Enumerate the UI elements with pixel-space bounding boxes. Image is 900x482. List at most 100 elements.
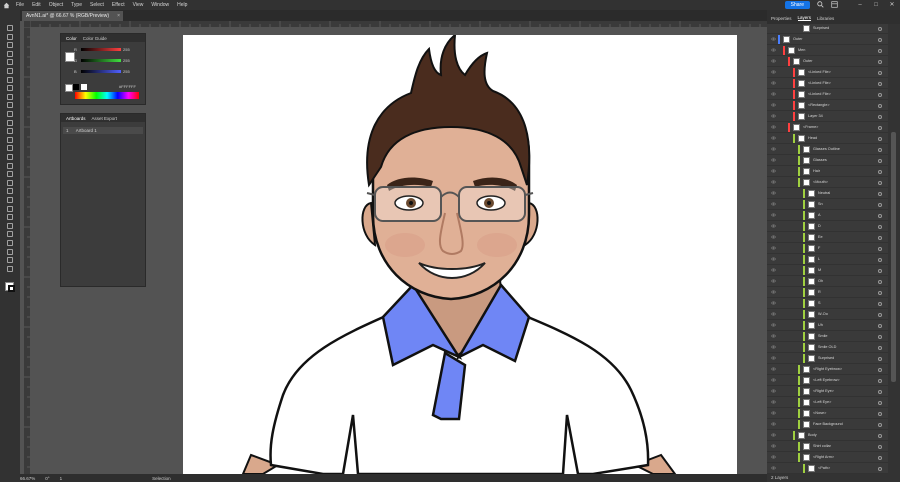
search-icon[interactable] [817, 1, 824, 10]
visibility-eye-icon[interactable] [771, 180, 776, 184]
layer-row[interactable]: Smile OLD [767, 343, 888, 353]
visibility-eye-icon[interactable] [771, 378, 776, 382]
target-circle-icon[interactable] [878, 158, 882, 163]
visibility-eye-icon[interactable] [771, 103, 776, 107]
target-circle-icon[interactable] [878, 147, 882, 152]
target-circle-icon[interactable] [878, 81, 882, 86]
eyedropper-icon[interactable] [6, 205, 14, 213]
target-circle-icon[interactable] [878, 70, 882, 75]
visibility-eye-icon[interactable] [771, 345, 776, 349]
tab-color[interactable]: Color [66, 36, 77, 41]
layer-row[interactable]: <Path> [767, 464, 888, 474]
layer-row[interactable]: <Mouth> [767, 178, 888, 188]
layers-list[interactable]: Surprised Outer Men Outer <Linked File> <Link… [767, 24, 888, 474]
tab-layers[interactable]: Layers [797, 15, 812, 21]
visibility-eye-icon[interactable] [771, 400, 776, 404]
visibility-eye-icon[interactable] [771, 224, 776, 228]
visibility-eye-icon[interactable] [771, 257, 776, 261]
target-circle-icon[interactable] [878, 444, 882, 449]
selection-tool-icon[interactable] [6, 24, 14, 32]
visibility-eye-icon[interactable] [771, 334, 776, 338]
minimize-icon[interactable]: – [856, 1, 864, 9]
layer-row[interactable]: <Rectangle> [767, 101, 888, 111]
target-circle-icon[interactable] [878, 246, 882, 251]
visibility-eye-icon[interactable] [771, 202, 776, 206]
magic-wand-icon[interactable] [6, 41, 14, 49]
white-swatch[interactable] [81, 84, 87, 90]
visibility-eye-icon[interactable] [771, 356, 776, 360]
tab-asset-export[interactable]: Asset Export [92, 116, 118, 121]
target-circle-icon[interactable] [878, 378, 882, 383]
visibility-eye-icon[interactable] [771, 466, 776, 470]
layer-row[interactable]: A [767, 211, 888, 221]
eraser-icon[interactable] [6, 127, 14, 135]
target-circle-icon[interactable] [878, 312, 882, 317]
artboard-list-item[interactable]: 1 Artboard 1 [63, 127, 143, 134]
layer-row[interactable]: Hair [767, 167, 888, 177]
layers-scrollbar[interactable] [888, 24, 900, 474]
direct-selection-icon[interactable] [6, 33, 14, 41]
layer-row[interactable]: Glasses [767, 156, 888, 166]
hand-icon[interactable] [6, 256, 14, 264]
visibility-eye-icon[interactable] [771, 444, 776, 448]
perspective-icon[interactable] [6, 179, 14, 187]
target-circle-icon[interactable] [878, 213, 882, 218]
layer-row[interactable]: <Right Eye> [767, 387, 888, 397]
visibility-eye-icon[interactable] [771, 169, 776, 173]
target-circle-icon[interactable] [878, 400, 882, 405]
target-circle-icon[interactable] [878, 92, 882, 97]
workspace-icon[interactable] [831, 1, 838, 10]
target-circle-icon[interactable] [878, 422, 882, 427]
layer-row[interactable]: D [767, 222, 888, 232]
layer-row[interactable]: Uh [767, 321, 888, 331]
target-circle-icon[interactable] [878, 235, 882, 240]
color-slider-r[interactable] [81, 48, 121, 51]
layer-row[interactable]: Oh [767, 277, 888, 287]
visibility-eye-icon[interactable] [771, 92, 776, 96]
visibility-eye-icon[interactable] [771, 279, 776, 283]
layer-row[interactable]: L [767, 255, 888, 265]
visibility-eye-icon[interactable] [771, 422, 776, 426]
target-circle-icon[interactable] [878, 136, 882, 141]
visibility-eye-icon[interactable] [771, 455, 776, 459]
menu-item-type[interactable]: Type [67, 2, 86, 8]
layer-row[interactable]: Outer [767, 57, 888, 67]
layer-row[interactable]: <Linked File> [767, 68, 888, 78]
layer-row[interactable]: W-Oo [767, 310, 888, 320]
layer-row[interactable]: Surprised [767, 354, 888, 364]
layer-row[interactable]: Layer 34 [767, 112, 888, 122]
graph-icon[interactable] [6, 230, 14, 238]
target-circle-icon[interactable] [878, 323, 882, 328]
zoom-icon[interactable] [6, 265, 14, 273]
visibility-eye-icon[interactable] [771, 367, 776, 371]
visibility-eye-icon[interactable] [771, 246, 776, 250]
visibility-eye-icon[interactable] [771, 70, 776, 74]
character-illustration[interactable] [183, 35, 737, 474]
visibility-eye-icon[interactable] [771, 433, 776, 437]
layer-row[interactable]: Men [767, 46, 888, 56]
layer-row[interactable]: <Right Arm> [767, 453, 888, 463]
slider-value[interactable]: 255 [123, 69, 130, 74]
menu-item-effect[interactable]: Effect [108, 2, 129, 8]
visibility-eye-icon[interactable] [771, 411, 776, 415]
menu-item-view[interactable]: View [129, 2, 148, 8]
visibility-eye-icon[interactable] [771, 301, 776, 305]
line-icon[interactable] [6, 84, 14, 92]
visibility-eye-icon[interactable] [771, 213, 776, 217]
scale-icon[interactable] [6, 144, 14, 152]
layer-row[interactable]: S [767, 299, 888, 309]
slider-value[interactable]: 255 [123, 58, 130, 63]
target-circle-icon[interactable] [878, 103, 882, 108]
target-circle-icon[interactable] [878, 345, 882, 350]
target-circle-icon[interactable] [878, 191, 882, 196]
type-icon[interactable] [6, 76, 14, 84]
menu-item-select[interactable]: Select [86, 2, 108, 8]
maximize-icon[interactable]: □ [872, 1, 880, 9]
share-button[interactable]: Share [784, 1, 810, 9]
tab-libraries[interactable]: Libraries [817, 16, 834, 21]
layer-row[interactable]: R [767, 288, 888, 298]
layer-row[interactable]: <Linked File> [767, 90, 888, 100]
visibility-eye-icon[interactable] [771, 136, 776, 140]
black-swatch[interactable] [73, 84, 79, 90]
blend-icon[interactable] [6, 213, 14, 221]
